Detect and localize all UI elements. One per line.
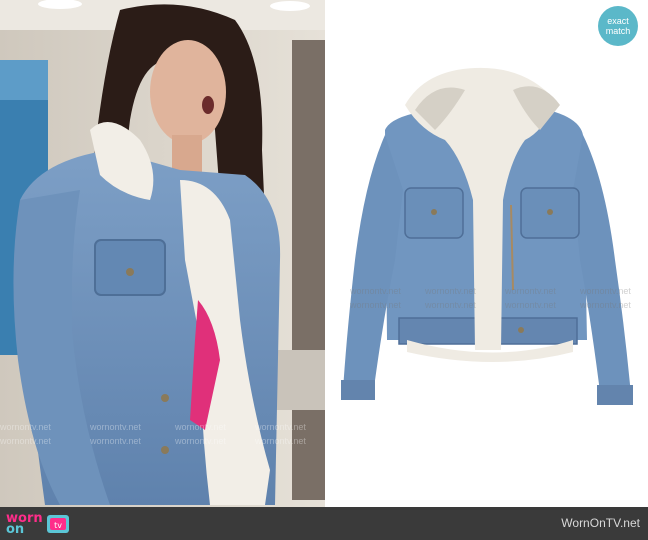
tv-icon-graphic: tv (49, 518, 66, 530)
watermark: wornontv.net (505, 286, 556, 296)
watermark: wornontv.net (350, 300, 401, 310)
exact-match-badge: exact match (598, 6, 638, 46)
watermark: wornontv.net (425, 286, 476, 296)
logo-tv: tv (54, 521, 62, 530)
watermark: wornontv.net (580, 286, 631, 296)
watermark: wornontv.net (425, 300, 476, 310)
wornontv-logo[interactable]: worn on tv (6, 511, 84, 537)
watermark: wornontv.net (350, 286, 401, 296)
footer-bar: worn on tv WornOnTV.net (0, 507, 648, 540)
watermark: wornontv.net (255, 422, 306, 432)
watermark: wornontv.net (90, 422, 141, 432)
watermark: wornontv.net (0, 436, 51, 446)
tv-still-photo: wornontv.net wornontv.net wornontv.net w… (0, 0, 325, 507)
tv-icon: tv (46, 515, 69, 533)
product-image: wornontv.net wornontv.net wornontv.net w… (325, 0, 648, 507)
site-name[interactable]: WornOnTV.net (561, 516, 640, 530)
watermark: wornontv.net (175, 422, 226, 432)
logo-on: on (6, 522, 25, 537)
watermark: wornontv.net (505, 300, 556, 310)
badge-line1: exact (607, 16, 629, 26)
watermark: wornontv.net (90, 436, 141, 446)
watermark: wornontv.net (255, 436, 306, 446)
watermark: wornontv.net (175, 436, 226, 446)
watermark: wornontv.net (0, 422, 51, 432)
jacket-illustration (341, 67, 633, 405)
badge-line2: match (605, 26, 631, 36)
logo-wordmark: worn on (6, 512, 43, 537)
watermark: wornontv.net (580, 300, 631, 310)
